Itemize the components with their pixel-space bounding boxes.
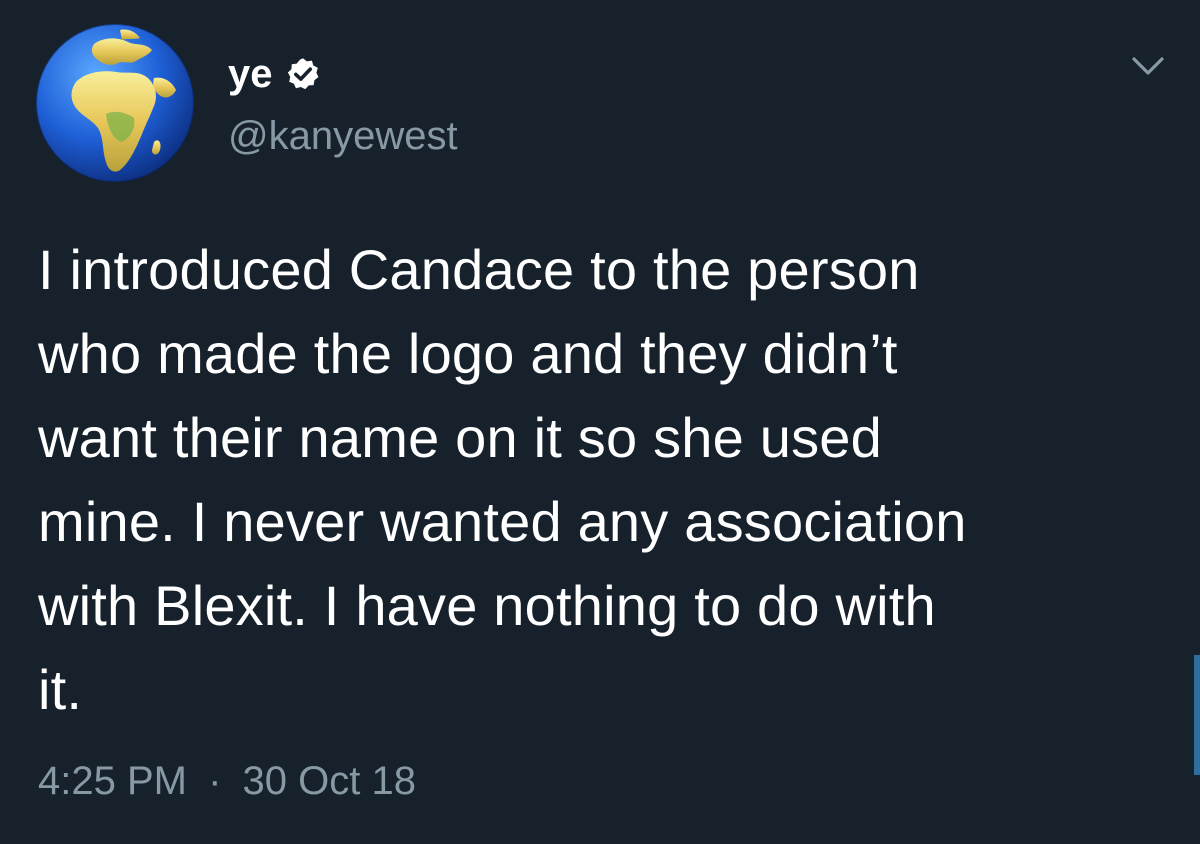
timestamp-separator: · [208, 759, 222, 803]
verified-badge-icon [285, 56, 321, 92]
scrollbar[interactable] [1194, 655, 1200, 775]
tweet-text: I introduced Candace to the person who m… [38, 228, 1168, 732]
tweet-date: 30 Oct 18 [242, 759, 416, 803]
avatar[interactable] [36, 24, 194, 182]
chevron-down-icon[interactable] [1130, 52, 1166, 80]
tweet-text-line: I introduced Candace to the person [38, 238, 920, 301]
display-name[interactable]: ye [228, 50, 273, 98]
user-handle[interactable]: @kanyewest [228, 112, 458, 160]
tweet-card: ye @kanyewest I introduced Candace to th… [0, 0, 1200, 844]
tweet-text-line: with Blexit. I have nothing to do with [38, 574, 936, 637]
user-name-row: ye [228, 50, 321, 98]
tweet-text-line: mine. I never wanted any association [38, 490, 967, 553]
tweet-text-line: want their name on it so she used [38, 406, 882, 469]
tweet-text-line: it. [38, 658, 83, 721]
tweet-time: 4:25 PM [38, 759, 187, 803]
globe-icon [36, 24, 194, 182]
tweet-text-line: who made the logo and they didn’t [38, 322, 898, 385]
tweet-timestamp[interactable]: 4:25 PM · 30 Oct 18 [38, 756, 416, 806]
